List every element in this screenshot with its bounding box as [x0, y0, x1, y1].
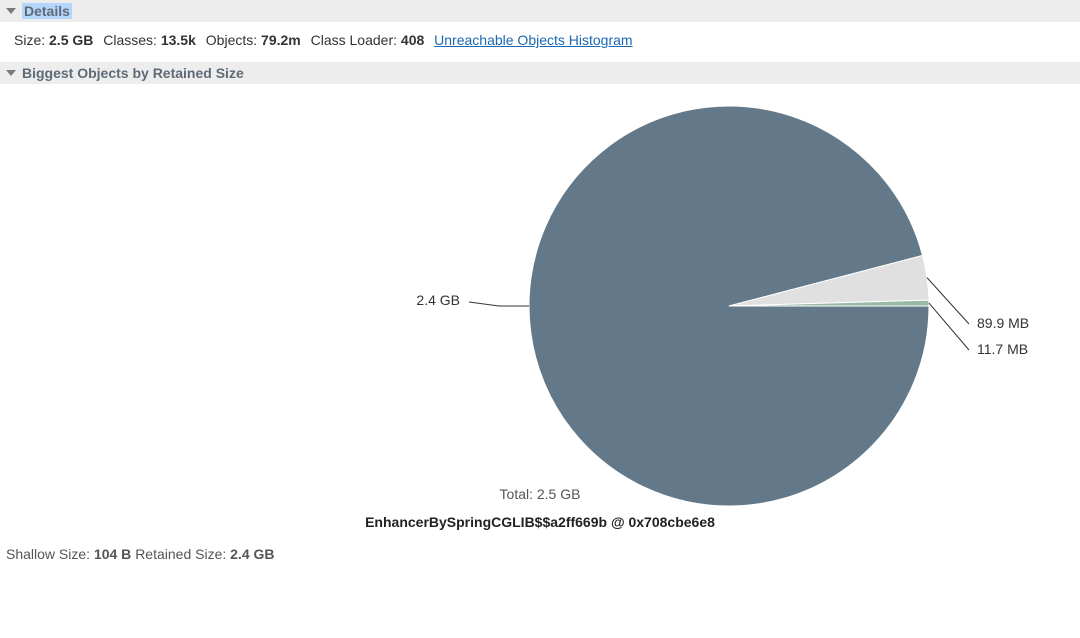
pie-leader-line [929, 303, 969, 350]
pie-leader-line [927, 278, 969, 324]
biggest-objects-section-title: Biggest Objects by Retained Size [22, 65, 244, 81]
retained-size-label: Retained Size: [135, 546, 226, 562]
pie-chart-svg[interactable] [0, 84, 1080, 542]
pie-slice-main-label: 2.4 GB [400, 292, 460, 308]
size-value: 2.5 GB [49, 32, 93, 48]
classloader-value: 408 [401, 32, 424, 48]
details-summary-line: Size: 2.5 GB Classes: 13.5k Objects: 79.… [0, 22, 1080, 62]
classloader-label: Class Loader: [311, 32, 397, 48]
objects-label: Objects: [206, 32, 257, 48]
selected-object-sizes: Shallow Size: 104 B Retained Size: 2.4 G… [0, 542, 1080, 570]
pie-slice-remainder-label: 89.9 MB [977, 315, 1029, 331]
details-section-header[interactable]: Details [0, 0, 1080, 22]
pie-slice-thin-label: 11.7 MB [977, 341, 1028, 357]
retained-size-value: 2.4 GB [230, 546, 274, 562]
objects-value: 79.2m [261, 32, 301, 48]
classes-value: 13.5k [161, 32, 196, 48]
shallow-size-value: 104 B [94, 546, 131, 562]
details-section-title: Details [22, 3, 72, 19]
caret-down-icon [6, 70, 16, 76]
biggest-objects-section-header[interactable]: Biggest Objects by Retained Size [0, 62, 1080, 84]
size-label: Size: [14, 32, 45, 48]
caret-down-icon [6, 8, 16, 14]
shallow-size-label: Shallow Size: [6, 546, 90, 562]
pie-selected-object: EnhancerBySpringCGLIB$$a2ff669b @ 0x708c… [0, 514, 1080, 530]
pie-total-label: Total: 2.5 GB [0, 486, 1080, 502]
classes-label: Classes: [103, 32, 157, 48]
pie-chart-area: 2.4 GB 89.9 MB 11.7 MB Total: 2.5 GB Enh… [0, 84, 1080, 542]
unreachable-histogram-link[interactable]: Unreachable Objects Histogram [434, 32, 632, 48]
pie-leader-line [469, 302, 529, 306]
